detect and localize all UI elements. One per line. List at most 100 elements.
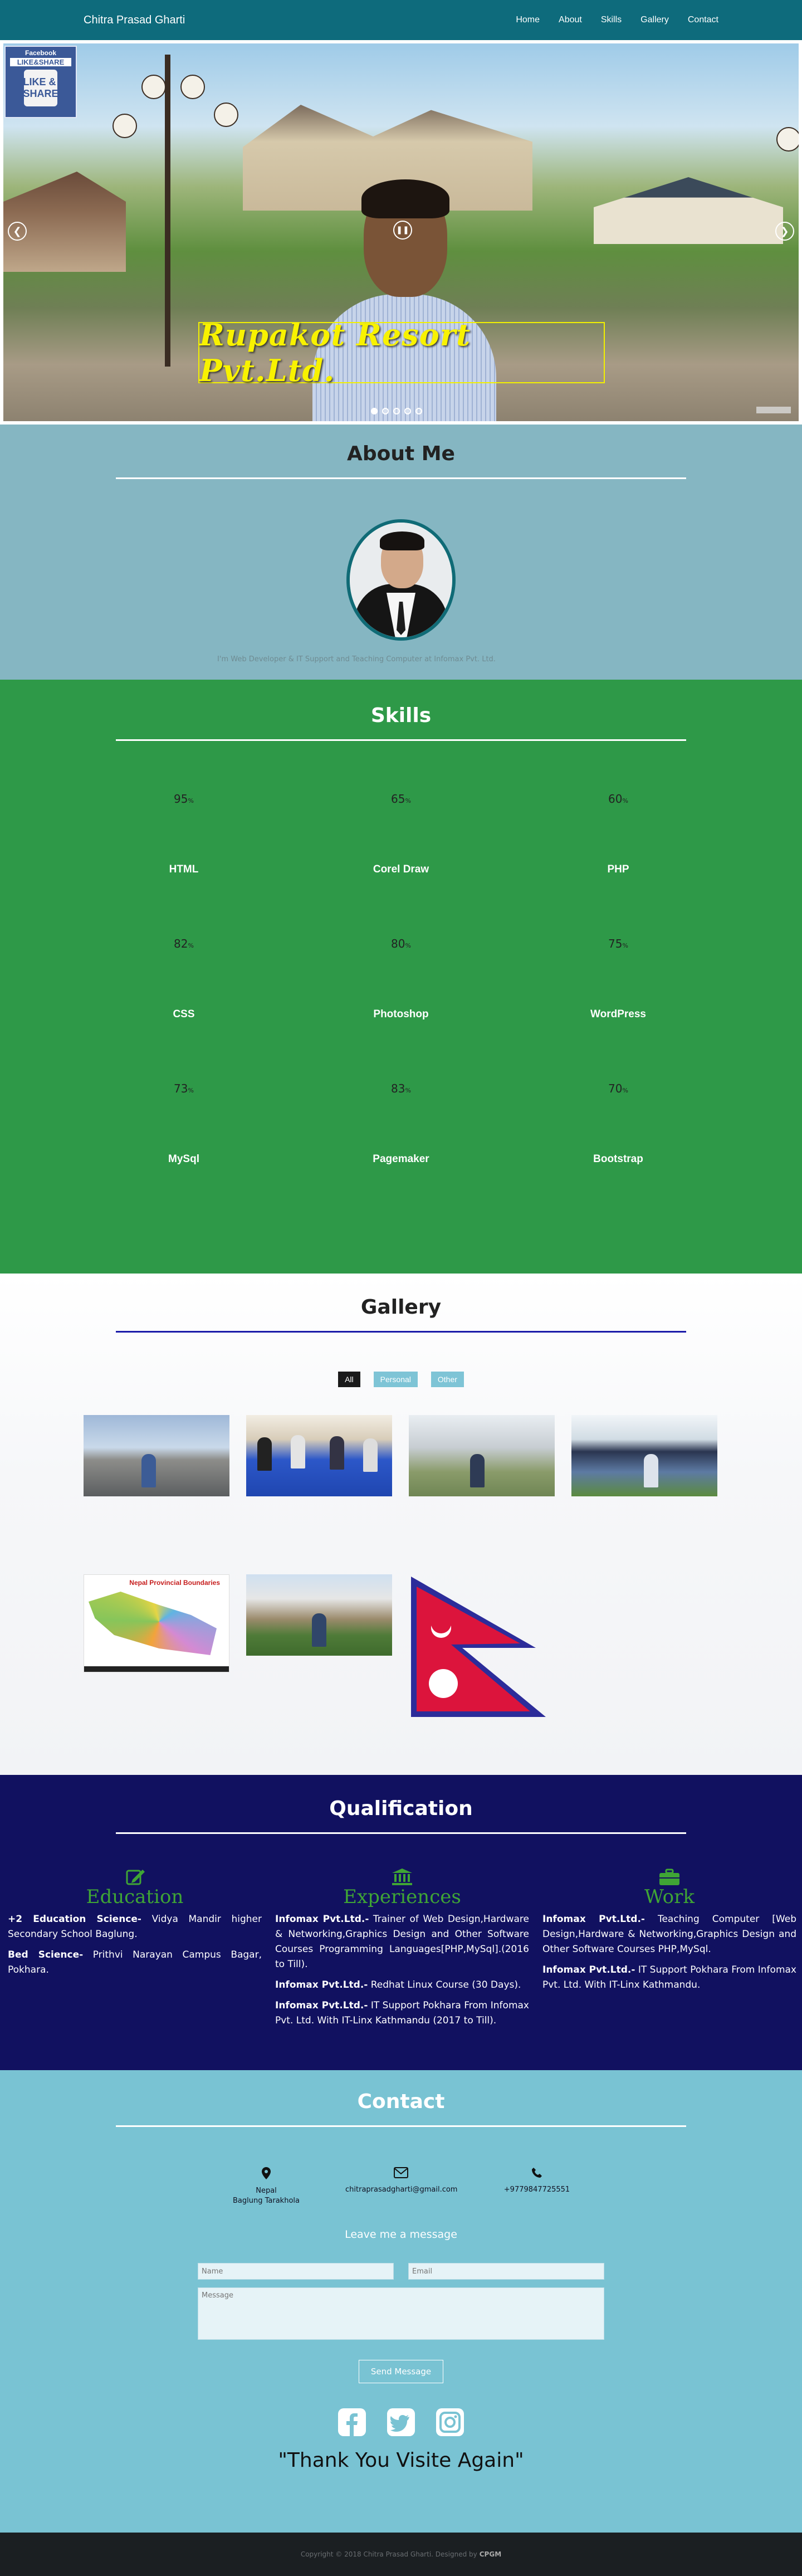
profile-photo xyxy=(346,519,456,641)
about-title: About Me xyxy=(347,442,455,465)
brand-name[interactable]: Chitra Prasad Gharti xyxy=(84,14,185,27)
skill-name: Pagemaker xyxy=(373,1153,429,1165)
gallery-title: Gallery xyxy=(360,1296,442,1319)
contact-email: chitraprasadgharti@gmail.com xyxy=(345,2167,457,2195)
phone-number[interactable]: +9779847725551 xyxy=(481,2185,593,2195)
social-links xyxy=(0,2407,802,2438)
skill-wordpress: 75% WordPress xyxy=(535,937,702,1021)
gallery-map-image[interactable]: Nepal Provincial Boundaries xyxy=(84,1574,229,1672)
gallery-photo[interactable] xyxy=(246,1415,392,1496)
badge-line2: LIKE&SHARE xyxy=(10,58,71,66)
skill-css: 82% CSS xyxy=(100,937,267,1021)
skill-percentage: 70% xyxy=(608,1082,628,1095)
map-title: Nepal Provincial Boundaries xyxy=(129,1579,220,1587)
photo-person xyxy=(470,1454,485,1487)
instagram-icon[interactable] xyxy=(434,2407,466,2438)
facebook-like-share-badge[interactable]: Facebook LIKE&SHARE LIKE & SHARE xyxy=(4,46,77,118)
education-entry: +2 Education Science- Vidya Mandir highe… xyxy=(8,1914,262,1940)
skill-percentage: 75% xyxy=(608,937,628,950)
hero-caption-box: Rupakot Resort Pvt.Ltd. xyxy=(198,317,605,388)
email-input[interactable] xyxy=(408,2263,604,2280)
experience-entry: Infomax Pvt.Ltd.- IT Support Pokhara Fro… xyxy=(275,2000,529,2026)
designer-link[interactable]: CPGM xyxy=(480,2550,501,2558)
nav-link-about[interactable]: About xyxy=(559,15,582,25)
navbar: Chitra Prasad Gharti Home About Skills G… xyxy=(0,0,802,40)
slider-credit xyxy=(756,407,791,413)
nav-link-gallery[interactable]: Gallery xyxy=(640,15,669,25)
gallery-section: Gallery All Personal Other Nepal Provinc… xyxy=(0,1274,802,1775)
lamp-post xyxy=(165,55,170,367)
skill-corel-draw: 65% Corel Draw xyxy=(317,792,485,876)
photo-person xyxy=(312,1613,326,1647)
skill-pagemaker: 83% Pagemaker xyxy=(317,1082,485,1165)
footer: Copyright © 2018 Chitra Prasad Gharti. D… xyxy=(0,2533,802,2576)
carousel-dot[interactable] xyxy=(382,408,389,414)
twitter-icon[interactable] xyxy=(385,2407,417,2438)
address-line2: Baglung Tarakhola xyxy=(233,2197,300,2205)
contact-phone: +9779847725551 xyxy=(481,2167,593,2195)
nav-link-contact[interactable]: Contact xyxy=(688,15,718,25)
chevron-left-icon[interactable]: ❮ xyxy=(8,222,27,241)
name-input[interactable] xyxy=(198,2263,394,2280)
leave-message-heading: Leave me a message xyxy=(345,2228,457,2241)
filter-personal-button[interactable]: Personal xyxy=(373,1372,418,1387)
skill-html: 95% HTML xyxy=(100,792,267,876)
nav-links: Home About Skills Gallery Contact xyxy=(516,15,718,25)
contact-title: Contact xyxy=(357,2090,445,2113)
nepal-map xyxy=(89,1592,217,1655)
lamp-globe xyxy=(180,75,205,99)
gallery-photo[interactable] xyxy=(84,1415,229,1496)
edit-icon xyxy=(126,1870,145,1885)
skills-section: Skills 95% HTML 65% Corel Draw 60% PHP 8… xyxy=(0,680,802,1274)
education-heading: Education xyxy=(86,1886,184,1908)
photo-hair xyxy=(380,531,424,550)
email-address[interactable]: chitraprasadgharti@gmail.com xyxy=(345,2185,457,2195)
skill-percentage: 80% xyxy=(391,937,411,950)
pause-icon[interactable]: ❚❚ xyxy=(393,221,412,240)
skill-name: Corel Draw xyxy=(373,863,429,875)
gallery-photo[interactable] xyxy=(246,1574,392,1656)
experience-entry: Infomax Pvt.Ltd.- Redhat Linux Course (3… xyxy=(275,1979,521,1990)
map-marker-icon xyxy=(262,2167,271,2179)
badge-line1: Facebook xyxy=(25,49,56,57)
section-divider xyxy=(116,2125,686,2127)
message-textarea[interactable] xyxy=(198,2287,604,2340)
send-message-button[interactable]: Send Message xyxy=(359,2360,443,2383)
skill-name: Photoshop xyxy=(373,1008,429,1020)
gallery-photo[interactable] xyxy=(409,1415,555,1496)
filter-all-button[interactable]: All xyxy=(338,1372,360,1387)
thank-you-message: "Thank You Visite Again" xyxy=(278,2449,524,2472)
gallery-flag-image[interactable] xyxy=(409,1574,548,1719)
map-legend-strip xyxy=(84,1666,229,1672)
photo-person xyxy=(257,1437,272,1471)
contact-form xyxy=(198,2263,604,2342)
carousel-dot[interactable] xyxy=(393,408,400,414)
work-column: Work Infomax Pvt.Ltd.- Teaching Computer… xyxy=(542,1867,796,1998)
about-section: About Me I'm Web Developer & IT Support … xyxy=(0,425,802,680)
nav-link-home[interactable]: Home xyxy=(516,15,540,25)
experiences-column: Experiences Infomax Pvt.Ltd.- Trainer of… xyxy=(275,1867,529,2034)
gallery-photo[interactable] xyxy=(571,1415,717,1496)
skill-php: 60% PHP xyxy=(535,792,702,876)
work-heading: Work xyxy=(644,1886,695,1908)
hero-building-right xyxy=(594,177,783,244)
copyright-text: Copyright © 2018 Chitra Prasad Gharti. D… xyxy=(300,2550,477,2558)
carousel-dot[interactable] xyxy=(404,408,411,414)
nav-link-skills[interactable]: Skills xyxy=(601,15,622,25)
skill-mysql: 73% MySql xyxy=(100,1082,267,1165)
hero-carousel: Rupakot Resort Pvt.Ltd. ❮ ❯ ❚❚ Facebook … xyxy=(0,40,802,425)
filter-other-button[interactable]: Other xyxy=(431,1372,464,1387)
facebook-icon[interactable] xyxy=(336,2407,368,2438)
carousel-dot[interactable] xyxy=(371,408,378,414)
carousel-dot[interactable] xyxy=(415,408,422,414)
skill-percentage: 82% xyxy=(174,937,194,950)
photo-person xyxy=(141,1454,156,1487)
skill-percentage: 65% xyxy=(391,792,411,806)
chevron-right-icon[interactable]: ❯ xyxy=(775,222,794,241)
phone-icon xyxy=(532,2168,542,2178)
education-column: Education +2 Education Science- Vidya Ma… xyxy=(8,1867,262,1983)
work-entry: Infomax Pvt.Ltd.- IT Support Pokhara Fro… xyxy=(542,1964,796,1990)
lamp-globe xyxy=(113,114,137,138)
photo-person xyxy=(363,1438,378,1472)
thumbs-up-icon: LIKE & SHARE xyxy=(23,70,58,106)
